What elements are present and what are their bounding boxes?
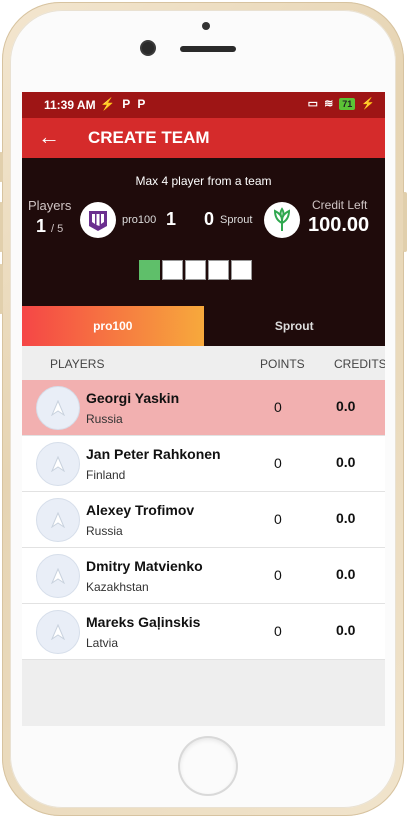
player-country: Russia <box>86 412 123 426</box>
player-name: Jan Peter Rahkonen <box>86 446 221 462</box>
pro100-logo-icon <box>80 202 116 238</box>
player-name: Mareks Gaļinskis <box>86 614 201 630</box>
sim-icon: ▭ <box>307 98 319 110</box>
home-button[interactable] <box>180 738 236 794</box>
team-a-count: 1 <box>166 209 177 229</box>
player-avatar-icon <box>36 386 80 430</box>
player-points: 0 <box>274 623 282 639</box>
player-row[interactable]: Dmitry Matvienko Kazakhstan 0 0.0 <box>22 548 385 604</box>
players-total: / 5 <box>51 223 64 235</box>
player-slot <box>139 260 160 280</box>
team-tabs: pro100 Sprout <box>22 306 385 346</box>
credits-column-header: CREDITS <box>334 357 385 371</box>
player-name: Georgi Yaskin <box>86 390 180 406</box>
player-points: 0 <box>274 455 282 471</box>
player-country: Kazakhstan <box>86 580 149 594</box>
sprout-logo-icon <box>264 202 300 238</box>
tab-pro100[interactable]: pro100 <box>22 306 204 346</box>
player-name: Alexey Trofimov <box>86 502 195 518</box>
player-avatar-icon <box>36 610 80 654</box>
player-row[interactable]: Alexey Trofimov Russia 0 0.0 <box>22 492 385 548</box>
players-selected: 1 <box>36 216 47 236</box>
front-camera <box>142 42 154 54</box>
team-summary-panel: Max 4 player from a team Players 1 / 5 p… <box>22 158 385 306</box>
player-row[interactable]: Jan Peter Rahkonen Finland 0 0.0 <box>22 436 385 492</box>
player-country: Latvia <box>86 636 119 650</box>
charging-icon: ⚡ <box>361 98 375 110</box>
credit-left-label: Credit Left <box>312 198 368 212</box>
players-count: 1 / 5 <box>36 216 63 237</box>
player-credits: 0.0 <box>336 398 356 414</box>
earpiece-speaker <box>180 46 236 52</box>
player-points: 0 <box>274 399 282 415</box>
status-right-icons: ▭ ≋ 71 ⚡ <box>308 97 375 110</box>
players-table-header: PLAYERS POINTS CREDITS <box>22 346 385 380</box>
points-column-header: POINTS <box>260 357 305 371</box>
player-avatar-icon <box>36 498 80 542</box>
team-b-count: 0 <box>204 209 215 229</box>
player-avatar-icon <box>36 554 80 598</box>
team-b-name: Sprout <box>220 214 253 226</box>
credit-left-value: 100.00 <box>308 214 370 236</box>
player-country: Finland <box>86 468 126 482</box>
players-column-header: PLAYERS <box>50 357 105 371</box>
player-credits: 0.0 <box>336 566 356 582</box>
player-credits: 0.0 <box>336 622 356 638</box>
player-credits: 0.0 <box>336 510 356 526</box>
player-name: Dmitry Matvienko <box>86 558 203 574</box>
player-slot <box>231 260 252 280</box>
notification-icons: ⚡ P P <box>100 97 148 111</box>
wifi-icon: ≋ <box>324 98 334 110</box>
players-label: Players <box>28 198 72 213</box>
back-arrow-icon[interactable]: ← <box>38 124 60 150</box>
player-points: 0 <box>274 511 282 527</box>
player-row[interactable]: Georgi Yaskin Russia 0 0.0 <box>22 380 385 436</box>
page-title: CREATE TEAM <box>88 128 210 147</box>
player-avatar-icon <box>36 442 80 486</box>
tab-sprout[interactable]: Sprout <box>203 306 385 346</box>
player-credits: 0.0 <box>336 454 356 470</box>
players-list: Georgi Yaskin Russia 0 0.0 Jan Peter Rah… <box>22 380 385 660</box>
player-slot <box>185 260 206 280</box>
max-players-notice: Max 4 player from a team <box>135 174 272 188</box>
power-button <box>403 192 407 252</box>
status-time: 11:39 AM <box>44 98 96 112</box>
volume-down-button <box>0 264 3 314</box>
player-slot-indicator <box>139 260 252 280</box>
mute-switch <box>0 152 3 182</box>
team-a-name: pro100 <box>122 214 157 226</box>
player-row[interactable]: Mareks Gaļinskis Latvia 0 0.0 <box>22 604 385 660</box>
battery-icon: 71 <box>339 97 356 110</box>
player-slot <box>162 260 183 280</box>
player-points: 0 <box>274 567 282 583</box>
status-bar: 11:39 AM ⚡ P P ▭ ≋ 71 ⚡ <box>22 92 385 118</box>
app-bar: ← CREATE TEAM <box>22 118 385 158</box>
app-screen: 11:39 AM ⚡ P P ▭ ≋ 71 ⚡ ← CREATE TEAM Ma… <box>22 92 385 726</box>
player-slot <box>208 260 229 280</box>
player-country: Russia <box>86 524 123 538</box>
sensor-dot <box>202 22 210 30</box>
volume-up-button <box>0 202 3 252</box>
